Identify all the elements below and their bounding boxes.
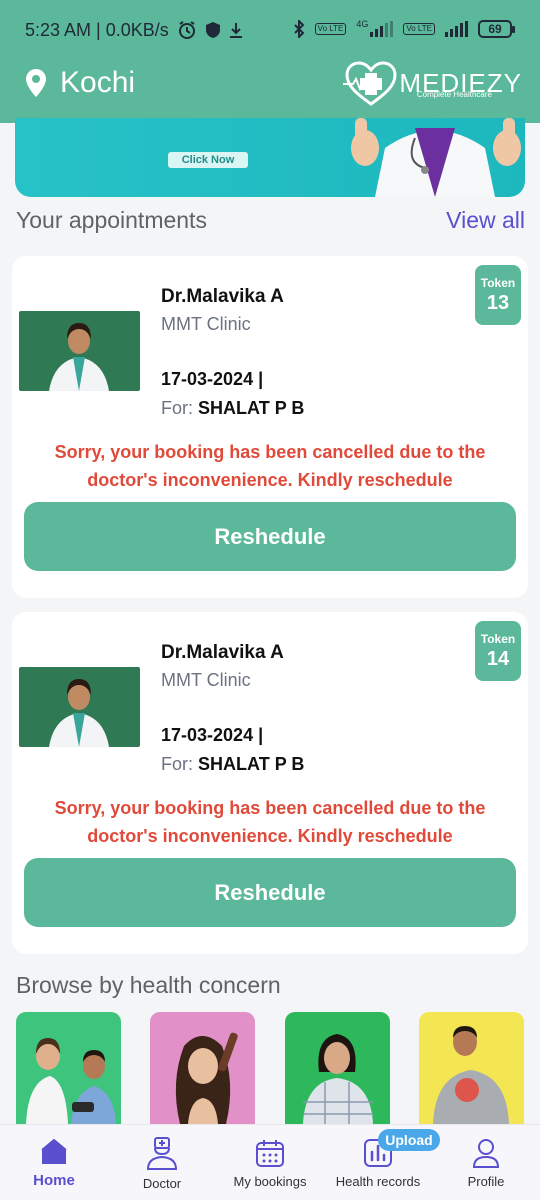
calendar-icon bbox=[256, 1139, 284, 1167]
doctor-icon bbox=[146, 1136, 178, 1170]
nav-home-label: Home bbox=[33, 1171, 75, 1189]
signal-icon-2 bbox=[445, 21, 468, 37]
volte-icon: Vo LTE bbox=[314, 23, 347, 35]
location-name: Kochi bbox=[60, 66, 136, 99]
brand-logo: MEDIEZY Complete Healthcare bbox=[343, 60, 522, 106]
nav-home[interactable]: Home bbox=[14, 1125, 94, 1200]
appointment-date: 17-03-2024 | bbox=[161, 725, 264, 745]
reschedule-button[interactable]: Reshedule bbox=[24, 502, 516, 571]
nav-doctor-label: Doctor bbox=[142, 1175, 182, 1191]
appointments-title: Your appointments bbox=[16, 207, 207, 233]
home-icon bbox=[41, 1138, 67, 1164]
cancellation-message: Sorry, your booking has been cancelled d… bbox=[54, 798, 486, 846]
brand-tagline: Complete Healthcare bbox=[416, 90, 492, 99]
health-concern-card[interactable] bbox=[419, 1012, 524, 1124]
profile-icon bbox=[472, 1138, 500, 1168]
health-concern-card[interactable] bbox=[16, 1012, 121, 1124]
patient-line: For: SHALAT P B bbox=[161, 398, 304, 419]
volte-icon-2: Vo LTE bbox=[403, 23, 435, 35]
battery-icon: 69 bbox=[478, 20, 515, 38]
cancellation-message: Sorry, your booking has been cancelled d… bbox=[54, 442, 486, 490]
token-number: 13 bbox=[486, 291, 510, 314]
token-label: Token bbox=[480, 275, 516, 290]
doctor-photo bbox=[19, 311, 140, 391]
token-label: Token bbox=[480, 631, 516, 646]
appointment-date: 17-03-2024 | bbox=[161, 369, 264, 389]
health-concern-card[interactable] bbox=[150, 1012, 255, 1124]
bluetooth-icon bbox=[293, 20, 305, 38]
health-concern-list bbox=[0, 1012, 540, 1124]
nav-profile-label: Profile bbox=[467, 1173, 505, 1189]
appointment-card: Dr.Malavika A MMT Clinic 17-03-2024 | Fo… bbox=[12, 612, 528, 954]
heart-cross-icon bbox=[343, 61, 397, 106]
clinic-name: MMT Clinic bbox=[161, 670, 251, 690]
doctor-name: Dr.Malavika A bbox=[161, 642, 284, 663]
nav-my-bookings[interactable]: My bookings bbox=[225, 1125, 315, 1200]
signal-icon bbox=[370, 21, 394, 37]
network-type: 4G bbox=[356, 19, 369, 29]
click-now-button[interactable]: Click Now bbox=[168, 152, 248, 168]
nav-health-records-label: Health records bbox=[335, 1173, 421, 1189]
location-pin-icon bbox=[26, 69, 46, 97]
nav-my-bookings-label: My bookings bbox=[233, 1173, 307, 1189]
shield-icon bbox=[205, 22, 220, 38]
token-badge: Token 13 bbox=[475, 265, 521, 325]
alarm-icon bbox=[178, 21, 195, 39]
view-all-link[interactable]: View all bbox=[446, 207, 525, 234]
doctor-name: Dr.Malavika A bbox=[161, 286, 284, 307]
bottom-navigation: Home Doctor My bookings Health records P… bbox=[0, 1124, 540, 1200]
patient-name: SHALAT P B bbox=[198, 754, 305, 774]
download-icon bbox=[229, 23, 242, 38]
reschedule-button[interactable]: Reshedule bbox=[24, 858, 516, 927]
status-time: 5:23 AM | 0.0KB/s bbox=[25, 19, 169, 40]
upload-badge[interactable]: Upload bbox=[378, 1129, 440, 1151]
doctor-photo bbox=[19, 667, 140, 747]
appointment-card: Dr.Malavika A MMT Clinic 17-03-2024 | Fo… bbox=[12, 256, 528, 598]
nav-profile[interactable]: Profile bbox=[446, 1125, 526, 1200]
token-number: 14 bbox=[486, 647, 510, 670]
patient-line: For: SHALAT P B bbox=[161, 754, 304, 775]
promo-banner[interactable]: Click Now bbox=[15, 118, 525, 197]
nav-doctor[interactable]: Doctor bbox=[122, 1125, 202, 1200]
status-bar: 5:23 AM | 0.0KB/s Vo LTE 4G Vo LTE 69 bbox=[0, 0, 540, 60]
token-badge: Token 14 bbox=[475, 621, 521, 681]
browse-title: Browse by health concern bbox=[16, 972, 281, 998]
battery-level: 69 bbox=[488, 22, 502, 36]
patient-name: SHALAT P B bbox=[198, 398, 305, 418]
for-label: For: bbox=[161, 754, 194, 774]
location-selector[interactable]: Kochi bbox=[26, 66, 135, 100]
doctor-illustration bbox=[351, 118, 521, 197]
app-header: 5:23 AM | 0.0KB/s Vo LTE 4G Vo LTE 69 Ko… bbox=[0, 0, 540, 123]
for-label: For: bbox=[161, 398, 194, 418]
health-concern-card[interactable] bbox=[285, 1012, 390, 1124]
clinic-name: MMT Clinic bbox=[161, 314, 251, 334]
